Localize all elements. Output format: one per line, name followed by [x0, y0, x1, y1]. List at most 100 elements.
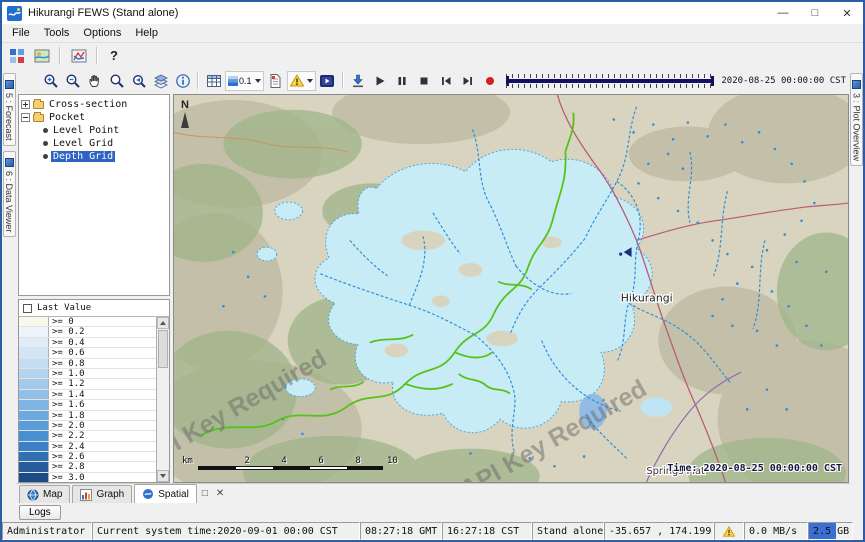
tree-leaf-level-point[interactable]: Level Point — [21, 124, 167, 137]
tab-graph-label: Graph — [96, 489, 124, 500]
step-back-button[interactable] — [436, 71, 457, 91]
tree-label-selected[interactable]: Depth Grid — [51, 151, 115, 162]
float-panel-button[interactable]: □ — [199, 488, 211, 499]
menu-tools[interactable]: Tools — [37, 25, 77, 41]
close-button[interactable]: ✕ — [831, 2, 863, 24]
tree-label[interactable]: Level Point — [51, 125, 121, 136]
content-area: Cross-section Pocket Level Point — [16, 93, 850, 483]
set-time-button[interactable] — [348, 71, 369, 91]
tab-map[interactable]: Map — [19, 485, 70, 503]
zoom-previous-button[interactable] — [128, 71, 149, 91]
maximize-button[interactable]: □ — [799, 2, 831, 24]
legend-row: >= 2.4 — [19, 442, 156, 452]
legend-row: >= 1.2 — [19, 379, 156, 389]
tab-spatial-label: Spatial — [158, 489, 189, 500]
help-button[interactable]: ? — [105, 46, 123, 66]
legend-row: >= 1.8 — [19, 411, 156, 421]
info-button[interactable] — [172, 71, 193, 91]
app-window: Hikurangi FEWS (Stand alone) — □ ✕ File … — [0, 0, 865, 542]
map-canvas[interactable]: Hikurangi Springs Flat API Key Required … — [173, 94, 849, 483]
legend-swatch — [19, 442, 49, 451]
map-display-icon[interactable] — [31, 46, 52, 66]
colormap-icon — [228, 76, 238, 86]
menu-help[interactable]: Help — [128, 25, 165, 41]
status-bar: Administrator Current system time:2020-0… — [2, 522, 863, 540]
logs-bar: Logs — [16, 503, 850, 522]
status-user: Administrator — [2, 522, 92, 540]
play-button[interactable] — [370, 71, 391, 91]
tree-label[interactable]: Cross-section — [47, 99, 129, 110]
layer-bullet-icon — [43, 128, 48, 133]
scale-tick: 8 — [324, 456, 361, 466]
spatial-display-icon[interactable] — [68, 46, 89, 66]
tree-label[interactable]: Pocket — [47, 112, 87, 123]
timeline-current-time: 2020-08-25 00:00:00 CST — [719, 76, 850, 86]
scroll-down-button[interactable] — [157, 470, 169, 482]
scroll-up-button[interactable] — [157, 317, 169, 329]
legend-swatch — [19, 317, 49, 326]
scale-tick: 4 — [250, 456, 287, 466]
stop-button[interactable] — [414, 71, 435, 91]
report-button[interactable] — [265, 71, 286, 91]
menu-bar: File Tools Options Help — [2, 24, 863, 43]
logs-button[interactable]: Logs — [19, 505, 61, 520]
tab-spatial[interactable]: Spatial — [134, 484, 197, 503]
tab-data-viewer[interactable]: 6 : Data Viewer — [3, 151, 16, 237]
window-title: Hikurangi FEWS (Stand alone) — [28, 7, 178, 19]
main-toolbar: ? — [2, 43, 863, 68]
tab-forecast-label: 5 : Forecast — [4, 93, 14, 141]
tab-plot-overview[interactable]: 3 : Plot Overview — [850, 73, 863, 166]
grid-display-button[interactable] — [203, 71, 224, 91]
zoom-out-button[interactable] — [62, 71, 83, 91]
town-label: Hikurangi — [621, 291, 673, 304]
tree-label[interactable]: Level Grid — [51, 138, 115, 149]
tree-node-pocket[interactable]: Pocket — [21, 111, 167, 124]
tree-leaf-level-grid[interactable]: Level Grid — [21, 137, 167, 150]
toolbar-separator — [342, 72, 344, 89]
legend-scrollbar[interactable] — [156, 317, 169, 482]
minimize-button[interactable]: — — [767, 2, 799, 24]
pan-button[interactable] — [84, 71, 105, 91]
layers-button[interactable] — [150, 71, 171, 91]
tree-leaf-depth-grid[interactable]: Depth Grid — [21, 150, 167, 163]
menu-options[interactable]: Options — [76, 25, 128, 41]
scale-bar-graphic — [198, 466, 383, 470]
classbreaks-dropdown[interactable]: 0.1 — [225, 71, 264, 91]
expand-icon[interactable] — [21, 100, 30, 109]
legend-swatch — [19, 327, 49, 336]
map-image: Hikurangi Springs Flat — [174, 95, 848, 482]
tab-forecast[interactable]: 5 : Forecast — [3, 73, 16, 146]
legend-row: >= 1.6 — [19, 400, 156, 410]
last-value-checkbox[interactable] — [23, 304, 32, 313]
legend-row: >= 2.2 — [19, 431, 156, 441]
center-column: 0.1 — [16, 68, 850, 522]
status-warning-cell[interactable] — [714, 522, 744, 540]
app-icon — [7, 6, 22, 21]
legend-row: >= 1.4 — [19, 390, 156, 400]
collapse-icon[interactable] — [21, 113, 30, 122]
menu-file[interactable]: File — [5, 25, 37, 41]
north-needle-icon — [181, 112, 189, 128]
legend-swatch — [19, 411, 49, 420]
zoom-box-button[interactable] — [106, 71, 127, 91]
tab-graph[interactable]: Graph — [72, 485, 132, 503]
zoom-in-button[interactable] — [40, 71, 61, 91]
legend-row: >= 1.0 — [19, 369, 156, 379]
record-button[interactable] — [480, 71, 501, 91]
movie-export-button[interactable] — [317, 71, 338, 91]
timeline-slider[interactable] — [506, 73, 715, 89]
folder-icon — [33, 101, 44, 109]
tree-node-cross-section[interactable]: Cross-section — [21, 98, 167, 111]
pause-button[interactable] — [392, 71, 413, 91]
explorer-icon[interactable] — [6, 46, 27, 66]
legend-row: >= 0.2 — [19, 327, 156, 337]
scrollbar-thumb[interactable] — [158, 330, 168, 368]
legend-swatch — [19, 390, 49, 399]
step-forward-button[interactable] — [458, 71, 479, 91]
warning-levels-dropdown[interactable] — [287, 71, 316, 91]
plot-overview-icon — [852, 80, 861, 89]
scale-tick: 10 — [361, 456, 398, 466]
left-tab-strip: 5 : Forecast 6 : Data Viewer — [2, 68, 16, 522]
title-bar[interactable]: Hikurangi FEWS (Stand alone) — □ ✕ — [2, 2, 863, 24]
close-panel-button[interactable]: ✕ — [213, 488, 227, 499]
